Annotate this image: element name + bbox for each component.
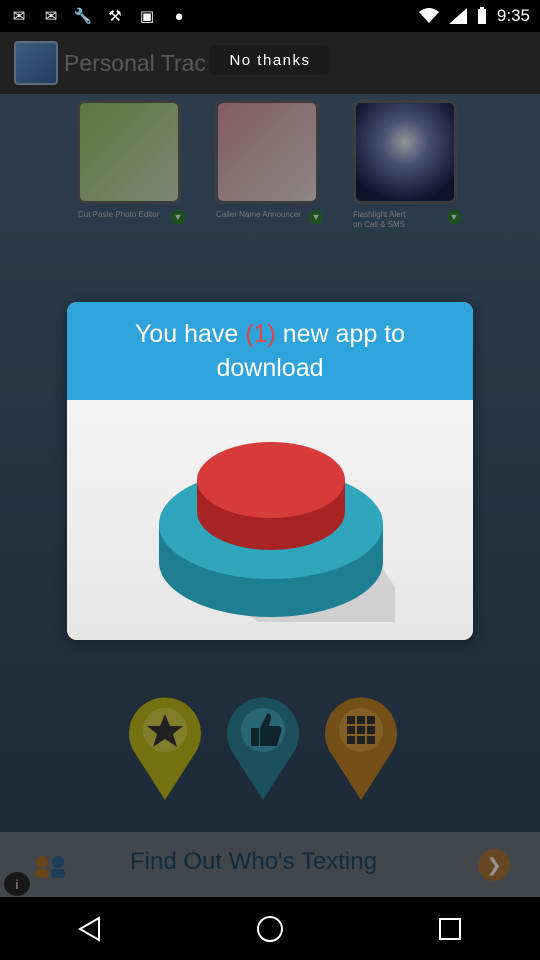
app-count: (1) [245,320,276,348]
battery-icon [477,7,486,24]
system-icons: 9:35 [418,6,530,26]
navigation-bar [0,897,540,960]
message-icon: ✉ [12,8,26,25]
home-icon [257,915,283,942]
home-button[interactable] [240,899,300,959]
tools-icon: ⚒ [108,8,122,25]
title-prefix: You have [134,320,246,348]
download-push-button[interactable] [155,432,395,622]
mail-icon: ✉ [44,8,58,25]
dialog-header: You have (1) new app to download [67,302,473,400]
location-icon: ● [174,7,184,25]
screen: ✉ ✉ 🔧 ⚒ ▣ ● 9:35 Personal Trac Cut Paste… [0,0,540,960]
wifi-icon [418,8,439,23]
download-dialog: You have (1) new app to download [67,302,473,640]
dialog-title: You have (1) new app to download [120,317,420,385]
notification-icons: ✉ ✉ 🔧 ⚒ ▣ ● [10,7,188,26]
wrench-icon: 🔧 [73,8,93,25]
signal-icon [448,8,467,24]
no-thanks-button[interactable]: No thanks [209,45,331,75]
dialog-body [67,400,473,640]
box-icon: ▣ [139,8,155,25]
back-button[interactable] [60,899,120,959]
recents-icon [439,917,461,940]
clock: 9:35 [496,6,530,25]
back-icon [78,915,100,942]
status-bar: ✉ ✉ 🔧 ⚒ ▣ ● 9:35 [0,0,540,32]
recents-button[interactable] [420,899,480,959]
